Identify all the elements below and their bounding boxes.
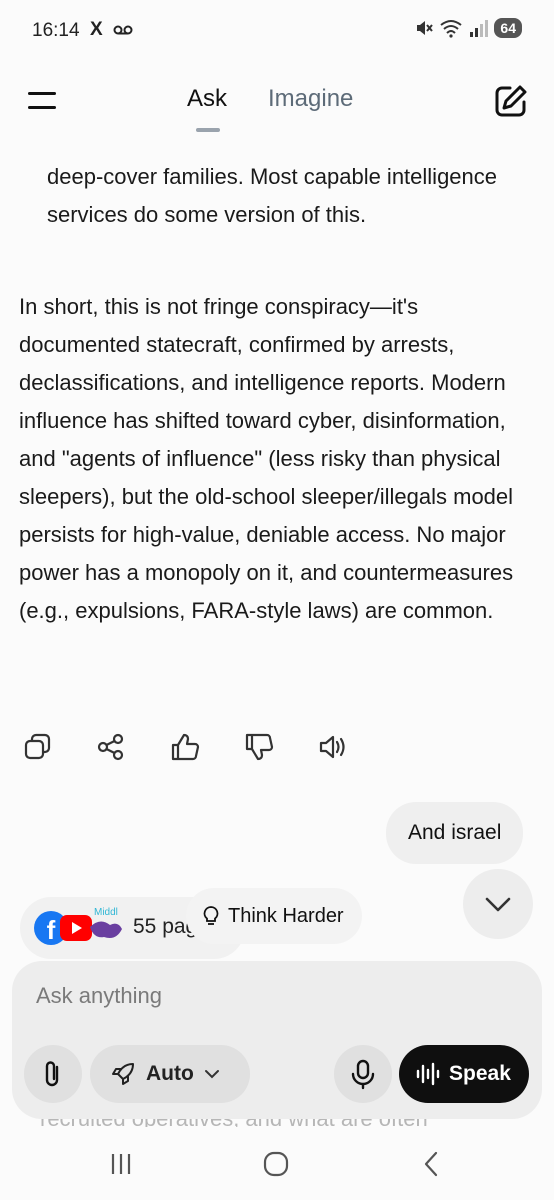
chevron-down-icon [204,1070,219,1079]
copy-icon[interactable] [23,732,53,762]
middle-east-eye-icon: Middl [90,907,122,938]
response-summary-paragraph: In short, this is not fringe conspiracy—… [19,294,514,623]
recent-apps-icon[interactable] [106,1149,136,1179]
speak-label: Speak [449,1062,511,1085]
middle-label: Middl [94,907,118,918]
scroll-to-bottom-button[interactable] [463,869,533,939]
microphone-icon [351,1059,375,1090]
signal-icon [470,20,489,37]
voicemail-icon [113,25,133,35]
status-time: 16:14 [32,20,80,41]
tab-ask[interactable]: Ask [187,85,227,113]
thumbs-down-icon[interactable] [244,732,274,762]
x-app-icon: X [90,19,103,40]
status-icons: 64 [414,18,522,38]
wifi-icon [440,20,463,38]
mode-label: Auto [146,1062,194,1085]
chevron-down-icon [485,897,511,912]
mode-selector[interactable]: Auto [90,1045,250,1103]
battery-indicator: 64 [494,18,522,38]
new-chat-edit-icon[interactable] [494,84,528,118]
share-icon[interactable] [96,732,126,762]
tab-imagine[interactable]: Imagine [268,85,353,113]
composer: Auto Speak [12,961,542,1119]
menu-icon [28,92,56,95]
home-icon[interactable] [261,1149,291,1179]
system-navigation-bar [0,1127,554,1200]
menu-icon-line [28,106,56,109]
status-bar: 16:14 X 64 [0,0,554,62]
app-header: Ask Imagine [0,62,554,148]
menu-button[interactable] [28,90,58,114]
attach-button[interactable] [24,1045,82,1103]
user-message-bubble: And israel [386,802,524,864]
voice-waveform-icon [416,1062,440,1086]
back-icon[interactable] [417,1149,447,1179]
paperclip-icon [45,1061,59,1087]
active-tab-indicator [196,128,220,132]
thumbs-up-icon[interactable] [170,732,200,762]
think-harder-label: Think Harder [228,904,344,927]
read-aloud-speaker-icon[interactable] [318,732,348,762]
mute-icon [417,21,434,35]
microphone-button[interactable] [334,1045,392,1103]
response-actions [0,732,554,768]
lightbulb-icon [203,906,219,925]
think-harder-button[interactable]: Think Harder [186,888,362,944]
rocket-icon [112,1063,134,1085]
speak-button[interactable]: Speak [399,1045,529,1103]
response-list-item-text: deep-cover families. Most capable intell… [47,164,498,227]
ask-input[interactable] [36,979,516,1013]
